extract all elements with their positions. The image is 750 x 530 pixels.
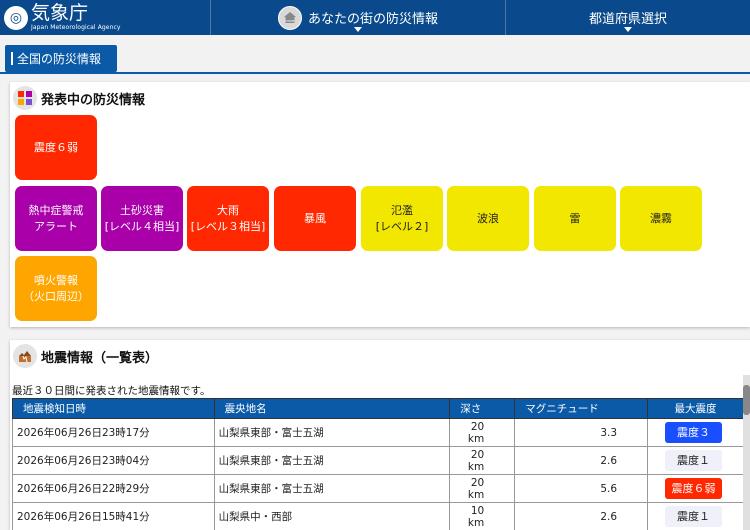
logo-title: 気象庁 <box>31 2 89 24</box>
cell-magnitude: 3.3 <box>514 418 649 447</box>
column-header[interactable]: マグニチュード <box>514 398 649 419</box>
cell-place: 山梨県東部・富士五湖 <box>213 446 451 475</box>
warning-tile[interactable]: 噴火警報 （火口周辺） <box>15 256 97 321</box>
table-row[interactable]: 2026年06月26日23時17分 山梨県東部・富士五湖 20 km 3.3 震… <box>12 418 744 447</box>
jma-logo[interactable]: ◎ 気象庁 Japan Meteorological Agency <box>0 0 210 35</box>
table-row[interactable]: 2026年06月26日15時41分 山梨県中・西部 10 km 2.6 震度１ <box>12 502 744 530</box>
earthquake-card: 地震情報（一覧表） 最近３０日間に発表された地震情報です。 地震検知日時 震央地… <box>10 340 750 530</box>
nav-prefecture-label: 都道府県選択 <box>588 12 667 27</box>
earthquake-title: 地震情報（一覧表） <box>41 350 159 366</box>
column-header[interactable]: 最大震度 <box>647 398 744 419</box>
home-icon: HOME <box>277 5 302 30</box>
cell-magnitude: 2.6 <box>514 502 649 530</box>
earthquake-icon <box>13 344 37 368</box>
cell-time: 2026年06月26日23時17分 <box>12 418 215 447</box>
chevron-down-icon <box>624 27 632 32</box>
cell-place: 山梨県東部・富士五湖 <box>213 418 451 447</box>
earthquake-note: 最近３０日間に発表された地震情報です。 <box>12 385 211 397</box>
warning-tile[interactable]: 震度６弱 <box>15 115 97 180</box>
top-header: ◎ 気象庁 Japan Meteorological Agency HOME あ… <box>0 0 750 35</box>
warning-tile[interactable]: 暴風 <box>274 186 356 251</box>
cell-magnitude: 2.6 <box>514 446 649 475</box>
cell-time: 2026年06月26日22時29分 <box>12 474 215 503</box>
intensity-badge: 震度６弱 <box>665 478 723 499</box>
nav-local-label: あなたの街の防災情報 <box>307 12 438 27</box>
column-header[interactable]: 深さ <box>449 398 516 419</box>
cell-magnitude: 5.6 <box>514 474 649 503</box>
warning-tile[interactable]: 雷 <box>534 186 616 251</box>
cell-depth: 20 km <box>449 474 516 503</box>
table-header-row: 地震検知日時 震央地名 深さ マグニチュード 最大震度 <box>12 398 744 419</box>
table-row[interactable]: 2026年06月26日22時29分 山梨県東部・富士五湖 20 km 5.6 震… <box>12 474 744 503</box>
cell-time: 2026年06月26日15時41分 <box>12 502 215 530</box>
intensity-badge: 震度３ <box>665 422 723 443</box>
table-row[interactable]: 2026年06月26日23時04分 山梨県東部・富士五湖 20 km 2.6 震… <box>12 446 744 475</box>
cell-depth: 10 km <box>449 502 516 530</box>
jma-emblem-icon: ◎ <box>4 5 28 30</box>
warning-tile[interactable]: 熱中症警戒 アラート <box>15 186 97 251</box>
nav-local-info[interactable]: HOME あなたの街の防災情報 <box>210 0 506 35</box>
warning-tile[interactable]: 氾濫 [レベル２] <box>361 186 443 251</box>
intensity-badge: 震度１ <box>665 506 723 527</box>
earthquake-table: 地震検知日時 震央地名 深さ マグニチュード 最大震度 2026年06月26日2… <box>12 398 744 530</box>
cell-depth: 20 km <box>449 446 516 475</box>
warning-tile[interactable]: 濃霧 <box>620 186 702 251</box>
cell-place: 山梨県中・西部 <box>213 502 451 530</box>
warning-tile[interactable]: 波浪 <box>447 186 529 251</box>
cell-depth: 20 km <box>449 418 516 447</box>
scrollbar-thumb[interactable] <box>743 385 750 415</box>
warnings-card: 発表中の防災情報 震度６弱 熱中症警戒 アラート 土砂災害 [レベル４相当] 大… <box>10 82 750 327</box>
warning-tile[interactable]: 土砂災害 [レベル４相当] <box>101 186 183 251</box>
warnings-title: 発表中の防災情報 <box>41 92 146 108</box>
nav-prefecture-select[interactable]: 都道府県選択 <box>506 0 750 35</box>
chevron-down-icon <box>354 27 362 32</box>
warning-grid-icon <box>13 86 37 110</box>
svg-text:HOME: HOME <box>285 19 294 23</box>
cell-place: 山梨県東部・富士五湖 <box>213 474 451 503</box>
tab-national-info[interactable]: 全国の防災情報 <box>5 45 117 72</box>
logo-subtitle: Japan Meteorological Agency <box>31 24 121 31</box>
cell-time: 2026年06月26日23時04分 <box>12 446 215 475</box>
warning-tile[interactable]: 大雨 [レベル３相当] <box>187 186 269 251</box>
intensity-badge: 震度１ <box>665 450 723 471</box>
column-header[interactable]: 地震検知日時 <box>12 398 215 419</box>
tab-underline <box>0 72 750 74</box>
column-header[interactable]: 震央地名 <box>213 398 451 419</box>
